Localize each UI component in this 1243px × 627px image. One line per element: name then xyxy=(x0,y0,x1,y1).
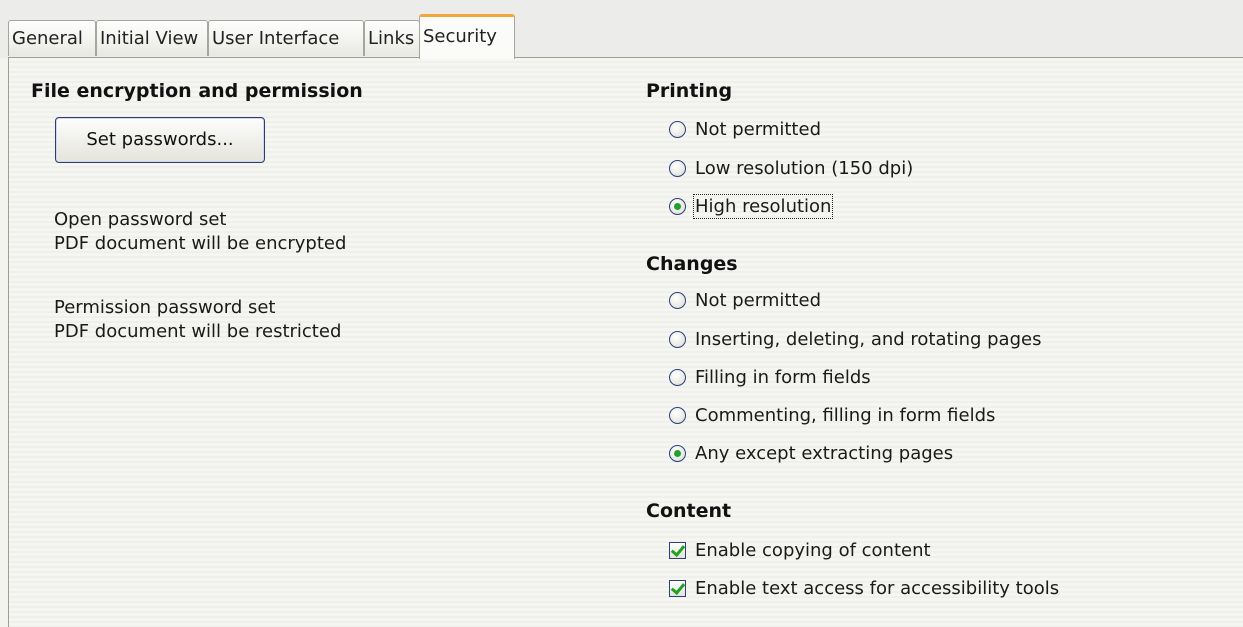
checkbox-label: Enable text access for accessibility too… xyxy=(695,577,1060,599)
tab-general[interactable]: General xyxy=(8,20,96,56)
option-label: High resolution xyxy=(692,193,834,219)
printing-heading: Printing xyxy=(646,80,733,102)
tab-user-interface[interactable]: User Interface xyxy=(208,20,364,56)
radio-button[interactable] xyxy=(669,368,686,386)
tab-bar: General Initial View User Interface Link… xyxy=(0,0,1243,59)
option-label: Low resolution (150 dpi) xyxy=(695,157,914,179)
enable-copying-checkbox-row[interactable]: Enable copying of content xyxy=(669,537,931,563)
radio-button[interactable] xyxy=(669,120,686,138)
permission-password-status-line2: PDF document will be restricted xyxy=(54,321,342,342)
radio-button-selected[interactable] xyxy=(669,444,686,462)
option-label: Not permitted xyxy=(695,118,821,140)
open-password-status-line1: Open password set xyxy=(54,209,227,230)
enable-text-access-checkbox[interactable] xyxy=(669,579,686,597)
printing-option-high-resolution[interactable]: High resolution xyxy=(669,193,834,219)
printing-option-not-permitted[interactable]: Not permitted xyxy=(669,116,821,142)
open-password-status: Open password set PDF document will be e… xyxy=(54,208,346,256)
option-label: Any except extracting pages xyxy=(695,442,954,464)
radio-button-selected[interactable] xyxy=(669,197,686,215)
permission-password-status-line1: Permission password set xyxy=(54,297,276,318)
enable-copying-checkbox[interactable] xyxy=(669,541,686,559)
enable-text-access-checkbox-row[interactable]: Enable text access for accessibility too… xyxy=(669,575,1059,601)
option-label: Commenting, filling in form fields xyxy=(695,404,996,426)
option-label: Inserting, deleting, and rotating pages xyxy=(695,328,1042,350)
tab-initial-view[interactable]: Initial View xyxy=(96,20,208,56)
radio-button[interactable] xyxy=(669,159,686,177)
changes-option-any-except-extracting[interactable]: Any except extracting pages xyxy=(669,440,953,466)
permission-password-status: Permission password set PDF document wil… xyxy=(54,296,341,344)
radio-button[interactable] xyxy=(669,330,686,348)
option-label: Not permitted xyxy=(695,289,821,311)
changes-option-commenting[interactable]: Commenting, filling in form fields xyxy=(669,402,995,428)
changes-option-filling-form-fields[interactable]: Filling in form fields xyxy=(669,364,871,390)
encryption-heading: File encryption and permission xyxy=(31,80,363,102)
radio-button[interactable] xyxy=(669,406,686,424)
tab-links[interactable]: Links xyxy=(364,20,420,56)
set-passwords-button[interactable]: Set passwords... xyxy=(55,117,265,163)
radio-button[interactable] xyxy=(669,291,686,309)
tab-security[interactable]: Security xyxy=(419,14,515,59)
changes-option-inserting-deleting-rotating[interactable]: Inserting, deleting, and rotating pages xyxy=(669,326,1041,352)
changes-option-not-permitted[interactable]: Not permitted xyxy=(669,287,821,313)
open-password-status-line2: PDF document will be encrypted xyxy=(54,233,347,254)
checkbox-label: Enable copying of content xyxy=(695,539,931,561)
printing-option-low-resolution[interactable]: Low resolution (150 dpi) xyxy=(669,155,913,181)
option-label: Filling in form fields xyxy=(695,366,871,388)
content-heading: Content xyxy=(646,500,732,522)
changes-heading: Changes xyxy=(646,253,738,275)
